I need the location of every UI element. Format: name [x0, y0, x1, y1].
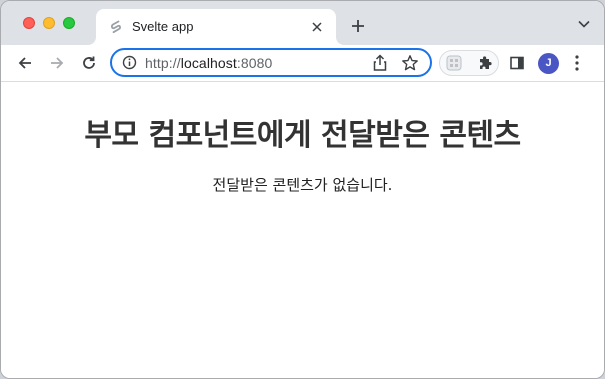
zoom-window-button[interactable] — [63, 17, 75, 29]
site-info-icon[interactable] — [122, 55, 137, 70]
extensions-menu-button[interactable] — [474, 52, 496, 74]
page-heading: 부모 컴포넌트에게 전달받은 콘텐츠 — [84, 118, 521, 153]
url-scheme: http:// — [145, 55, 181, 71]
tab-strip: Svelte app — [1, 1, 604, 45]
tab-search-chevron-down-icon[interactable] — [578, 19, 590, 29]
close-window-button[interactable] — [23, 17, 35, 29]
extension-pill — [439, 50, 499, 76]
forward-button[interactable] — [47, 53, 67, 73]
page-content: 부모 컴포넌트에게 전달받은 콘텐츠 전달받은 콘텐츠가 없습니다. — [1, 82, 604, 378]
browser-window: Svelte app http://localhost:8080 J 부모 컴포… — [0, 0, 605, 379]
tab-active[interactable]: Svelte app — [96, 9, 336, 45]
window-controls — [23, 17, 75, 29]
close-tab-icon[interactable] — [308, 18, 326, 36]
more-menu-icon[interactable] — [574, 54, 580, 72]
minimize-window-button[interactable] — [43, 17, 55, 29]
url-text[interactable]: http://localhost:8080 — [145, 55, 272, 71]
share-icon[interactable] — [372, 54, 388, 72]
url-port: :8080 — [236, 55, 273, 71]
url-host: localhost — [180, 55, 237, 71]
tab-title: Svelte app — [132, 19, 194, 34]
side-panel-icon — [510, 56, 524, 70]
profile-avatar[interactable]: J — [538, 53, 559, 74]
puzzle-piece-icon — [480, 56, 492, 69]
extension-button[interactable] — [443, 52, 465, 74]
address-bar[interactable]: http://localhost:8080 — [110, 48, 432, 77]
arrow-left-icon — [18, 57, 31, 69]
reload-icon — [83, 56, 95, 69]
arrow-right-icon — [51, 57, 64, 69]
empty-content-message: 전달받은 콘텐츠가 없습니다. — [212, 176, 393, 194]
bookmark-star-icon[interactable] — [401, 54, 419, 72]
side-panel-button[interactable] — [506, 52, 528, 74]
new-tab-button[interactable] — [347, 15, 369, 37]
browser-toolbar: http://localhost:8080 J — [1, 45, 604, 82]
reload-button[interactable] — [79, 53, 99, 73]
svelte-logo-icon — [110, 20, 121, 34]
back-button[interactable] — [15, 53, 35, 73]
extension-grid-icon — [446, 55, 462, 71]
